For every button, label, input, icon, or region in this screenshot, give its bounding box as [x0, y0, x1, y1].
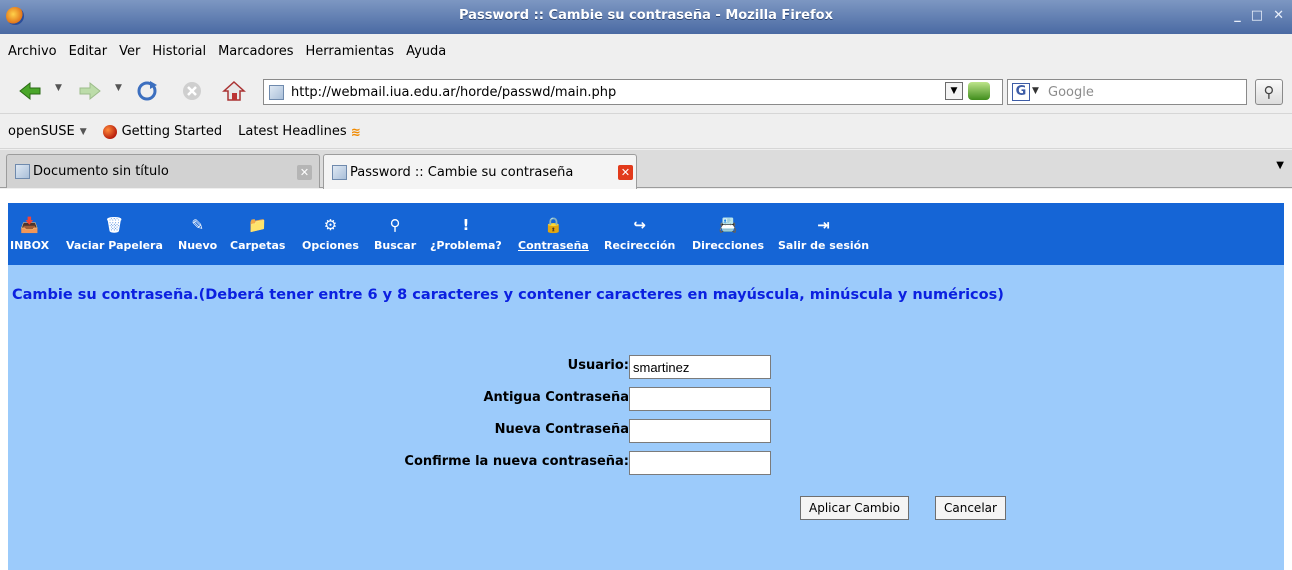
reload-icon[interactable]: [136, 80, 158, 102]
close-tab-icon[interactable]: ✕: [297, 165, 312, 180]
confirm-password-row: Confirme la nueva contraseña:: [8, 451, 1284, 475]
logout-icon: ⇥: [817, 216, 830, 234]
confirm-password-field[interactable]: [629, 451, 771, 475]
page-title: Cambie su contraseña.(Deberá tener entre…: [12, 287, 1004, 303]
window-title: Password :: Cambie su contraseña - Mozil…: [459, 8, 833, 23]
minimize-icon[interactable]: _: [1234, 8, 1241, 23]
nav-buscar[interactable]: ⚲ Buscar: [374, 215, 416, 252]
tab-favicon-icon: [332, 164, 347, 180]
nav-direcciones[interactable]: 📇 Direcciones: [692, 215, 764, 252]
window-titlebar: Password :: Cambie su contraseña - Mozil…: [0, 0, 1292, 34]
username-row: Usuario:: [8, 355, 1284, 379]
nav-salir[interactable]: ⇥ Salir de sesión: [778, 215, 869, 252]
problem-icon: !: [462, 216, 470, 234]
nav-opciones[interactable]: ⚙ Opciones: [302, 215, 359, 252]
username-field[interactable]: [629, 355, 771, 379]
lock-icon: 🔒: [544, 216, 563, 234]
maximize-icon[interactable]: □: [1251, 8, 1263, 23]
bookmark-getting-started-label: Getting Started: [121, 124, 223, 139]
page-content: 📥 INBOX 🗑 Vaciar Papelera ✎ Nuevo 📁 Carp…: [0, 189, 1292, 570]
forward-history-dropdown-icon[interactable]: ▼: [115, 83, 122, 93]
menu-marcadores[interactable]: Marcadores: [218, 44, 293, 59]
menu-herramientas[interactable]: Herramientas: [306, 44, 395, 59]
tab-label: Documento sin título: [33, 164, 169, 179]
url-bar[interactable]: http://webmail.iua.edu.ar/horde/passwd/m…: [263, 79, 1003, 105]
tab-label: Password :: Cambie su contraseña: [350, 164, 574, 180]
bookmark-latest-headlines[interactable]: Latest Headlines ≋: [238, 124, 361, 139]
menu-historial[interactable]: Historial: [152, 44, 206, 59]
nav-problema[interactable]: ! ¿Problema?: [430, 215, 502, 252]
username-label: Usuario:: [567, 358, 629, 373]
apply-change-button[interactable]: Aplicar Cambio: [800, 496, 909, 520]
options-icon: ⚙: [323, 216, 338, 234]
confirm-password-label: Confirme la nueva contraseña:: [404, 454, 629, 469]
address-book-icon: 📇: [718, 216, 738, 234]
menu-editar[interactable]: Editar: [69, 44, 108, 59]
firefox-bookmark-icon: [102, 124, 117, 139]
compose-icon: ✎: [191, 216, 204, 234]
search-placeholder: Google: [1048, 85, 1094, 100]
nav-carpetas[interactable]: 📁 Carpetas: [230, 215, 285, 252]
bookmark-getting-started[interactable]: Getting Started: [102, 124, 223, 139]
nav-recireccion[interactable]: ↪ Recirección: [604, 215, 675, 252]
inbox-icon: 📥: [20, 216, 39, 234]
new-password-field[interactable]: [629, 419, 771, 443]
tab-password[interactable]: Password :: Cambie su contraseña ✕: [323, 154, 637, 189]
search-bar[interactable]: G ▼ Google: [1007, 79, 1247, 105]
menu-ayuda[interactable]: Ayuda: [406, 44, 446, 59]
nav-contrasena[interactable]: 🔒 Contraseña: [518, 215, 589, 252]
nav-nuevo[interactable]: ✎ Nuevo: [178, 215, 217, 252]
url-text: http://webmail.iua.edu.ar/horde/passwd/m…: [291, 85, 617, 100]
google-engine-icon[interactable]: G: [1012, 83, 1030, 101]
forward-icon: ↪: [633, 216, 646, 234]
menu-archivo[interactable]: Archivo: [8, 44, 57, 59]
chevron-down-icon: ▼: [79, 126, 87, 137]
horde-page: 📥 INBOX 🗑 Vaciar Papelera ✎ Nuevo 📁 Carp…: [8, 203, 1284, 570]
trash-icon: 🗑: [104, 216, 124, 234]
home-icon[interactable]: [222, 80, 246, 102]
rss-feed-icon: ≋: [350, 124, 361, 139]
old-password-label: Antigua Contraseña: [483, 390, 629, 405]
tab-strip: Documento sin título ✕ Password :: Cambi…: [0, 150, 1292, 189]
forward-arrow-icon[interactable]: [78, 80, 102, 102]
tab-documento-sin-titulo[interactable]: Documento sin título ✕: [6, 154, 320, 188]
old-password-row: Antigua Contraseña: [8, 387, 1284, 411]
back-history-dropdown-icon[interactable]: ▼: [55, 83, 62, 93]
folder-icon: 📁: [248, 216, 268, 234]
url-history-dropdown-icon[interactable]: ▼: [945, 82, 963, 100]
go-arrow-icon[interactable]: [968, 82, 990, 100]
cancel-button[interactable]: Cancelar: [935, 496, 1006, 520]
nav-vaciar-papelera[interactable]: 🗑 Vaciar Papelera: [66, 215, 163, 252]
menubar: Archivo Editar Ver Historial Marcadores …: [0, 34, 1292, 68]
new-password-row: Nueva Contraseña: [8, 419, 1284, 443]
horde-toolbar: 📥 INBOX 🗑 Vaciar Papelera ✎ Nuevo 📁 Carp…: [8, 203, 1284, 265]
stop-icon[interactable]: [181, 80, 203, 102]
nav-inbox[interactable]: 📥 INBOX: [10, 215, 49, 252]
bookmarks-toolbar: openSUSE ▼ Getting Started Latest Headli…: [0, 115, 1292, 149]
tab-list-chevron-down-icon[interactable]: ▼: [1276, 160, 1284, 171]
page-favicon-icon: [269, 85, 284, 100]
search-engine-dropdown-icon[interactable]: ▼: [1032, 86, 1039, 96]
close-tab-icon[interactable]: ✕: [618, 165, 633, 180]
menu-ver[interactable]: Ver: [119, 44, 140, 59]
back-arrow-icon[interactable]: [18, 80, 42, 102]
old-password-field[interactable]: [629, 387, 771, 411]
bookmark-latest-headlines-label: Latest Headlines: [238, 124, 347, 139]
new-password-label: Nueva Contraseña: [494, 422, 629, 437]
bookmark-opensuse-label: openSUSE: [8, 124, 75, 139]
search-magnifier-icon[interactable]: ⚲: [1255, 79, 1283, 105]
search-icon: ⚲: [389, 216, 401, 234]
bookmark-opensuse[interactable]: openSUSE ▼: [8, 124, 87, 139]
close-window-icon[interactable]: ✕: [1273, 8, 1284, 23]
tab-favicon-icon: [15, 164, 30, 179]
